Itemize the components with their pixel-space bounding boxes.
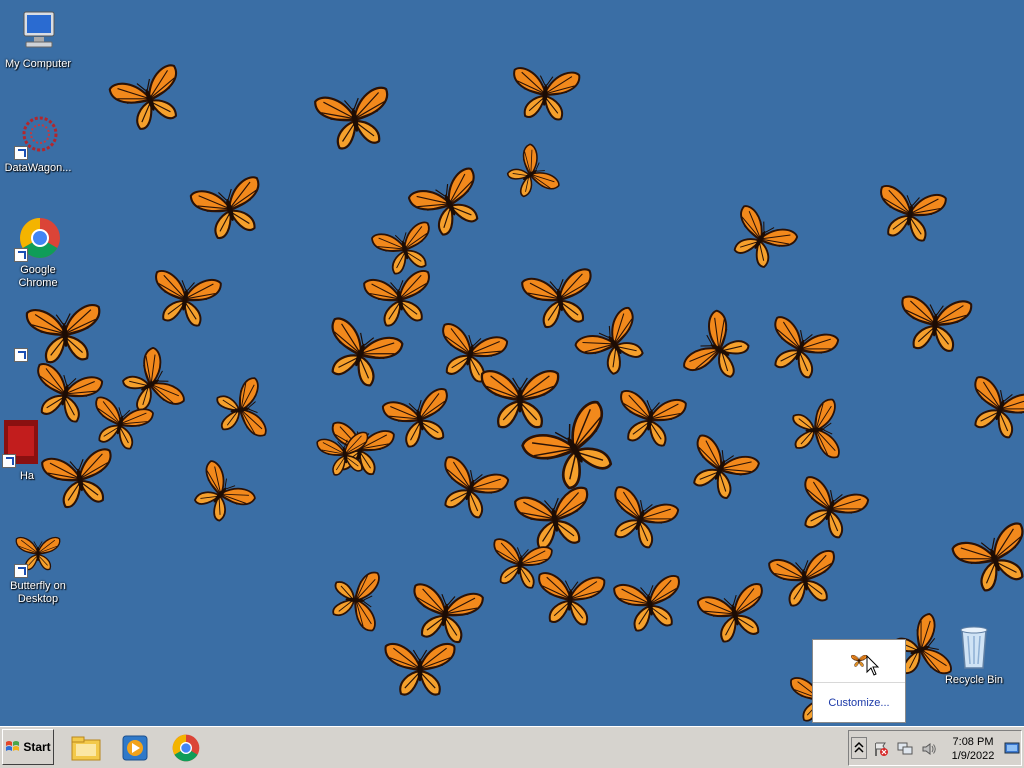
file-explorer-icon bbox=[71, 736, 101, 761]
shortcut-arrow-icon bbox=[2, 454, 16, 468]
desktop-icon-butterfly-on-desktop[interactable]: Butterfly on Desktop bbox=[0, 530, 76, 606]
butterfly-decoration bbox=[313, 427, 376, 482]
icon-label: DataWagon... bbox=[4, 162, 72, 174]
system-tray: 7:08 PM 1/9/2022 bbox=[848, 730, 1022, 766]
taskbar: Start 7:08 PM 1/9/2022 bbox=[0, 726, 1024, 768]
media-player-button[interactable] bbox=[118, 731, 152, 765]
desktop-icon-shortcut[interactable] bbox=[0, 318, 76, 368]
butterfly-decoration bbox=[675, 428, 765, 512]
butterfly-decoration bbox=[208, 374, 271, 446]
butterfly-decoration bbox=[185, 170, 275, 250]
my-computer-icon bbox=[14, 8, 62, 56]
desktop-icon-google-chrome[interactable]: Google Chrome bbox=[0, 214, 76, 290]
butterfly-app-icon bbox=[14, 530, 62, 578]
chrome-icon bbox=[172, 734, 200, 762]
butterfly-decoration bbox=[426, 450, 514, 530]
butterfly-decoration bbox=[104, 58, 197, 143]
desktop-icon-recycle-bin[interactable]: Recycle Bin bbox=[936, 624, 1012, 687]
customize-link[interactable]: Customize... bbox=[813, 697, 905, 709]
butterfly-decoration bbox=[326, 566, 384, 634]
shortcut-arrow-icon bbox=[14, 248, 28, 262]
butterfly-decoration bbox=[609, 569, 690, 640]
butterfly-decoration bbox=[693, 577, 778, 653]
red-app-icon bbox=[0, 420, 38, 468]
mouse-cursor-icon bbox=[866, 655, 880, 676]
butterfly-decoration bbox=[495, 139, 565, 211]
clock-date[interactable]: 1/9/2022 bbox=[943, 750, 1003, 762]
butterfly-decoration bbox=[310, 81, 400, 160]
network-icon[interactable] bbox=[897, 741, 913, 757]
chrome-taskbar-button[interactable] bbox=[169, 731, 203, 765]
clock-time[interactable]: 7:08 PM bbox=[943, 736, 1003, 748]
icon-label: Ha bbox=[19, 470, 35, 482]
tray-popup-icons bbox=[813, 640, 905, 683]
butterfly-decoration bbox=[676, 304, 763, 396]
start-label: Start bbox=[23, 740, 51, 754]
shortcut-arrow-icon bbox=[14, 146, 28, 160]
butterfly-decoration bbox=[786, 470, 874, 550]
butterfly-decoration bbox=[946, 515, 1024, 604]
butterfly-decoration bbox=[507, 62, 584, 127]
butterfly-decoration bbox=[532, 567, 609, 632]
butterfly-decoration bbox=[894, 290, 975, 359]
show-hidden-icons-button[interactable] bbox=[851, 737, 867, 759]
butterfly-decoration bbox=[717, 199, 804, 282]
butterfly-decoration bbox=[382, 639, 458, 702]
butterfly-decoration bbox=[378, 382, 463, 458]
windows-logo-icon bbox=[6, 741, 20, 751]
desktop-icon-ha[interactable]: Ha bbox=[0, 420, 52, 483]
action-center-flag-icon[interactable] bbox=[873, 741, 889, 757]
media-player-icon bbox=[122, 735, 148, 761]
shortcut-arrow-icon bbox=[14, 348, 28, 362]
shortcut-arrow-icon bbox=[14, 564, 28, 578]
butterfly-decoration bbox=[869, 179, 950, 250]
icon-label: Google Chrome bbox=[18, 264, 58, 289]
desktop-icon-datawagon[interactable]: DataWagon... bbox=[0, 112, 76, 175]
chevron-up-icon bbox=[854, 741, 864, 753]
butterfly-decoration bbox=[764, 544, 845, 615]
butterfly-decoration bbox=[144, 264, 225, 335]
butterfly-decoration bbox=[596, 480, 684, 560]
datawagon-icon bbox=[14, 112, 62, 160]
butterfly-decoration bbox=[786, 396, 844, 464]
desktop[interactable]: My Computer DataWagon... Google Chrome H… bbox=[0, 0, 1024, 726]
tray-overflow-popup: Customize... bbox=[812, 639, 906, 723]
icon-label: My Computer bbox=[4, 58, 72, 70]
butterfly-decoration bbox=[956, 370, 1024, 450]
volume-icon[interactable] bbox=[921, 741, 937, 757]
desktop-icon-my-computer[interactable]: My Computer bbox=[0, 8, 76, 71]
recycle-bin-icon bbox=[950, 624, 998, 672]
shortcut-icon bbox=[14, 318, 62, 366]
start-button[interactable]: Start bbox=[2, 729, 54, 765]
butterfly-decoration bbox=[179, 454, 262, 536]
butterfly-decoration bbox=[756, 310, 844, 390]
show-desktop-icon[interactable] bbox=[1004, 740, 1020, 756]
chrome-icon bbox=[14, 214, 62, 262]
icon-label: Butterfly on Desktop bbox=[10, 580, 66, 605]
butterfly-decoration bbox=[609, 384, 690, 455]
file-explorer-button[interactable] bbox=[69, 731, 103, 765]
icon-label: Recycle Bin bbox=[944, 674, 1004, 686]
